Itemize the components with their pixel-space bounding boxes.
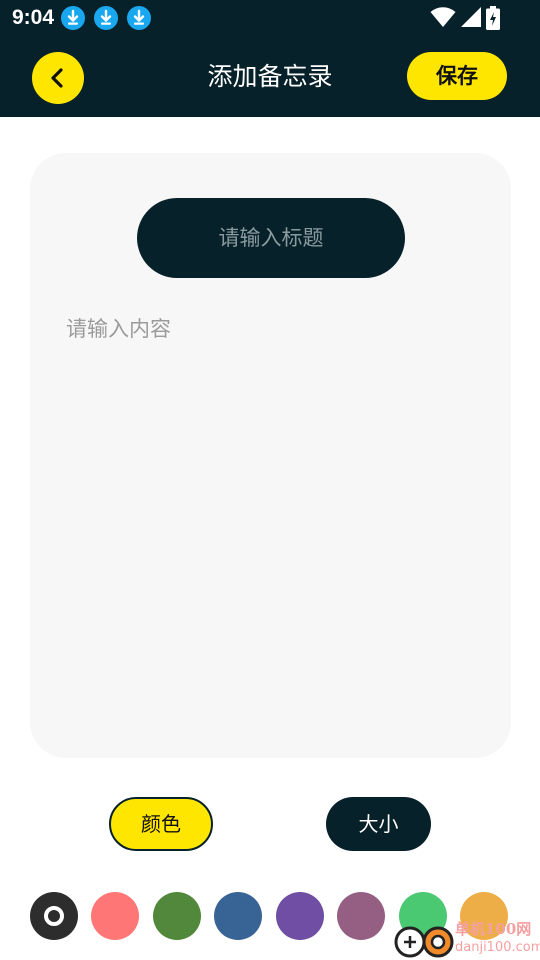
watermark-text: 单机100网 <box>455 920 532 938</box>
color-button[interactable]: 颜色 <box>109 797 213 851</box>
download-icon <box>94 6 118 30</box>
color-swatch[interactable] <box>91 892 139 940</box>
download-icon <box>61 6 85 30</box>
download-icon <box>127 6 151 30</box>
color-swatch[interactable] <box>276 892 324 940</box>
status-time: 9:04 <box>12 6 55 29</box>
watermark-url: danji100.com <box>455 940 540 955</box>
size-button[interactable]: 大小 <box>326 797 431 851</box>
content-input[interactable] <box>66 313 476 733</box>
color-swatch[interactable] <box>153 892 201 940</box>
watermark-logo-icon <box>394 926 454 958</box>
color-swatch[interactable] <box>30 892 78 940</box>
title-input[interactable] <box>137 198 405 278</box>
save-button[interactable]: 保存 <box>407 52 507 100</box>
editor-card <box>30 153 511 758</box>
battery-icon <box>486 6 500 30</box>
wifi-icon <box>430 7 456 27</box>
color-swatch[interactable] <box>214 892 262 940</box>
top-bar: 9:04 添加备忘录 保存 <box>0 0 540 117</box>
color-swatch[interactable] <box>337 892 385 940</box>
selected-indicator <box>44 906 64 926</box>
watermark: 单机100网 danji100.com <box>393 918 540 960</box>
signal-icon <box>461 7 481 27</box>
status-icons <box>430 6 540 30</box>
